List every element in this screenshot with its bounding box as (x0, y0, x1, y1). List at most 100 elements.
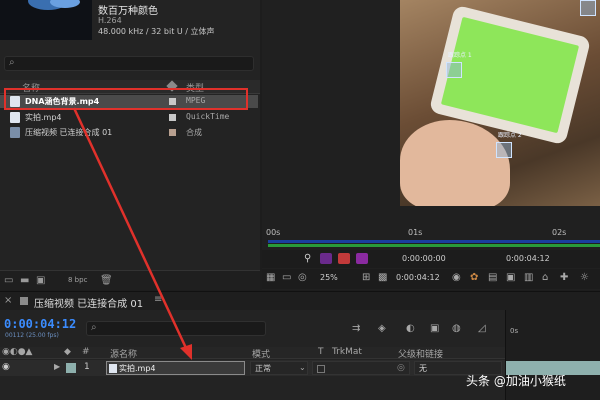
new-folder-icon[interactable]: ▬ (20, 275, 32, 286)
project-item-type: QuickTime (186, 112, 230, 121)
label-color-swatch[interactable] (169, 129, 176, 136)
layer-number-header: # (82, 347, 90, 357)
track-point-1[interactable] (446, 62, 462, 78)
fast-preview-icon[interactable]: ▣ (506, 272, 518, 283)
timeline-icon[interactable]: ▥ (524, 272, 536, 283)
mask-visibility-icon[interactable]: ◎ (298, 272, 310, 283)
expand-chevron-icon[interactable]: ▶ (54, 362, 60, 371)
trkmat-header: TrkMat (332, 347, 362, 357)
composition-viewer: 跟踪点 1 跟踪点 2 00s 01s 02s ⚲ 0:00:00:00 0:0… (262, 0, 600, 290)
region-of-interest-icon[interactable]: ⊞ (362, 272, 374, 283)
visibility-eye-icon[interactable]: ◉ (2, 362, 10, 372)
flowchart-icon[interactable]: ⌂ (542, 272, 554, 283)
graph-editor-icon[interactable]: ◿ (478, 323, 490, 334)
footage-color-info: 数百万种颜色 (98, 6, 158, 17)
track-point-label: 跟踪点 2 (498, 132, 522, 139)
source-name-header[interactable]: 源名称 (110, 347, 137, 360)
project-item-name: 压缩视频 已连接合成 01 (25, 128, 113, 137)
t-header: T (318, 347, 324, 357)
highlight-annotation-box (4, 88, 248, 110)
pickwhip-icon[interactable]: ◎ (397, 363, 405, 373)
footage-file-icon (109, 364, 117, 373)
footage-audio-info: 48.000 kHz / 32 bit U / 立体声 (98, 27, 215, 36)
layer-row[interactable]: ◉ ▶ 1 实拍.mp4 正常 ⌄ ◎ 无 (0, 360, 505, 376)
track-point-2[interactable] (496, 142, 512, 158)
time-tick-label: 00s (266, 228, 281, 237)
close-icon[interactable]: × (4, 295, 12, 306)
interpret-footage-icon[interactable]: ▭ (4, 275, 16, 286)
new-composition-icon[interactable]: ▣ (36, 275, 48, 286)
draft-3d-icon[interactable]: ◈ (378, 323, 390, 334)
layer-column-header: ◉◐●▲ ◆ # 源名称 模式 T TrkMat 父级和链接 (0, 347, 505, 360)
reset-exposure-icon[interactable]: ✚ (560, 272, 572, 283)
snapshot-icon[interactable]: ◉ (452, 272, 464, 283)
track-point-label: 跟踪点 1 (448, 52, 472, 59)
work-area-bar[interactable] (268, 244, 600, 247)
av-features-icons: ◉◐●▲ (2, 347, 33, 357)
layer-source-name: 实拍.mp4 (119, 364, 156, 373)
project-item-name: 实拍.mp4 (25, 113, 62, 122)
trkmat-dropdown[interactable]: ◎ (312, 361, 410, 375)
keyframe-magenta-icon[interactable] (356, 253, 368, 264)
layer-controls-bar: ⚲ 0:00:00:00 0:00:04:12 (262, 250, 600, 268)
transparency-grid-icon[interactable]: ▩ (378, 272, 390, 283)
current-timecode[interactable]: 0:00:04:12 (4, 317, 76, 331)
current-time-display[interactable]: 0:00:04:12 (396, 273, 440, 282)
time-tick-label: 01s (408, 228, 423, 237)
resolution-icon[interactable]: ▤ (488, 272, 500, 283)
parent-value: 无 (419, 364, 427, 373)
label-column-icon: ◆ (64, 347, 71, 357)
blend-mode-dropdown[interactable]: 正常 ⌄ (250, 361, 308, 375)
mode-header: 模式 (252, 350, 271, 360)
timeline-tab-title[interactable]: 压缩视频 已连接合成 01 (34, 295, 143, 310)
project-panel: 数百万种颜色 H.264 48.000 kHz / 32 bit U / 立体声… (0, 0, 260, 290)
grid-toggle-icon[interactable]: ▦ (266, 272, 278, 283)
label-color-swatch[interactable] (169, 114, 176, 121)
keyframe-purple-icon[interactable] (320, 253, 332, 264)
project-item-composition[interactable]: 压缩视频 已连接合成 01 合成 (0, 126, 258, 139)
time-tick-label: 02s (552, 228, 567, 237)
composition-mini-flowchart-icon[interactable]: ⇉ (352, 323, 364, 334)
timeline-ruler-start: 0s (510, 327, 519, 335)
zoom-level-dropdown[interactable]: 25% (320, 273, 338, 282)
project-footer: ▭ ▬ ▣ 8 bpc 🗑 (0, 270, 260, 290)
footage-codec-info: H.264 (98, 16, 122, 25)
layer-number: 1 (84, 362, 90, 372)
tab-menu-icon[interactable]: ≡ (154, 294, 162, 305)
frame-rate-label: 00112 (25.00 fps) (5, 332, 59, 339)
watermark-text: 头条 @加油小猴纸 (466, 374, 566, 388)
composition-tab-icon (20, 297, 28, 305)
composition-icon (10, 127, 20, 138)
delete-icon[interactable]: 🗑 (100, 275, 113, 286)
footage-thumbnail (0, 0, 92, 40)
shy-layers-icon[interactable]: ◐ (406, 323, 418, 334)
composition-frame[interactable]: 跟踪点 1 跟踪点 2 (400, 0, 600, 206)
parent-link-header: 父级和链接 (398, 350, 444, 360)
project-item-type: 合成 (186, 128, 202, 137)
preserve-transparency-checkbox[interactable] (317, 365, 325, 373)
keyframe-red-icon[interactable] (338, 253, 350, 264)
frame-blending-icon[interactable]: ▣ (430, 323, 442, 334)
footage-file-icon (10, 112, 20, 123)
project-search-input[interactable]: ⌕ (4, 56, 254, 71)
chevron-down-icon: ⌄ (299, 363, 306, 372)
range-end-time[interactable]: 0:00:04:12 (506, 254, 550, 263)
walk-icon[interactable]: ⚲ (304, 253, 316, 264)
timeline-search-input[interactable]: ⌕ (86, 321, 266, 336)
project-item-live-video[interactable]: 实拍.mp4 QuickTime (0, 111, 258, 124)
range-start-time[interactable]: 0:00:00:00 (402, 254, 446, 263)
layer-name-field[interactable]: 实拍.mp4 (106, 361, 245, 375)
layer-label-color[interactable] (66, 363, 76, 373)
track-point-3[interactable] (580, 0, 596, 16)
viewer-time-ruler[interactable]: 00s 01s 02s (262, 228, 600, 250)
motion-blur-icon[interactable]: ◍ (452, 323, 464, 334)
monitor-icon[interactable]: ▭ (282, 272, 294, 283)
show-channel-icon[interactable]: ✿ (470, 272, 482, 283)
viewer-toolbar: ▦ ▭ ◎ 25% ⊞ ▩ 0:00:04:12 ◉ ✿ ▤ ▣ ▥ ⌂ ✚ ☼ (262, 269, 600, 289)
timeline-tab-bar: × 压缩视频 已连接合成 01 ≡ (0, 292, 600, 310)
bit-depth-button[interactable]: 8 bpc (68, 276, 87, 284)
time-navigator-bar[interactable] (268, 240, 600, 243)
blend-mode-value: 正常 (255, 364, 271, 373)
search-icon: ⌕ (9, 57, 15, 68)
exposure-icon[interactable]: ☼ (580, 272, 592, 283)
